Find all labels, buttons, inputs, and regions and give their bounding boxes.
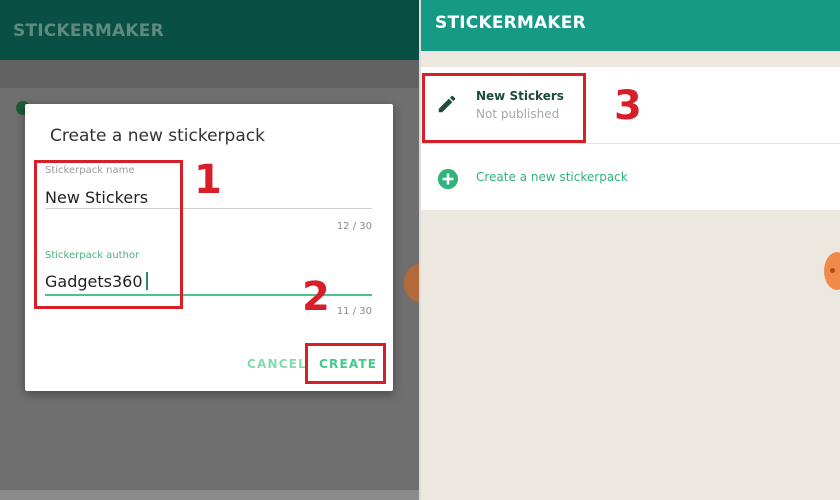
create-new-stickerpack-item[interactable]: Create a new stickerpack (421, 144, 840, 210)
highlight-box-create (305, 343, 386, 384)
app-bar-dimmed: STICKERMAKER (0, 0, 419, 60)
create-new-stickerpack-label: Create a new stickerpack (476, 170, 628, 184)
app-title: STICKERMAKER (13, 21, 164, 41)
floating-action-dot (830, 268, 835, 273)
cancel-button[interactable]: CANCEL (247, 357, 307, 371)
floating-action-peek (404, 264, 419, 302)
left-screen: STICKERMAKER Create a new stickerpack St… (0, 0, 419, 500)
tab-band-dimmed (0, 60, 419, 88)
author-char-counter: 11 / 30 (336, 306, 372, 317)
step-number-3: 3 (614, 83, 642, 129)
name-char-counter: 12 / 30 (336, 221, 372, 232)
app-bar: STICKERMAKER (421, 0, 840, 51)
right-screen: STICKERMAKER New Stickers Not published … (421, 0, 840, 500)
highlight-box-fields (34, 160, 183, 309)
highlight-box-new-pack (422, 73, 586, 143)
plus-circle-icon (437, 168, 459, 190)
bottom-strip (0, 490, 419, 500)
app-title: STICKERMAKER (435, 13, 586, 33)
dialog-title: Create a new stickerpack (50, 126, 265, 146)
step-number-2: 2 (302, 274, 330, 320)
step-number-1: 1 (194, 157, 222, 203)
